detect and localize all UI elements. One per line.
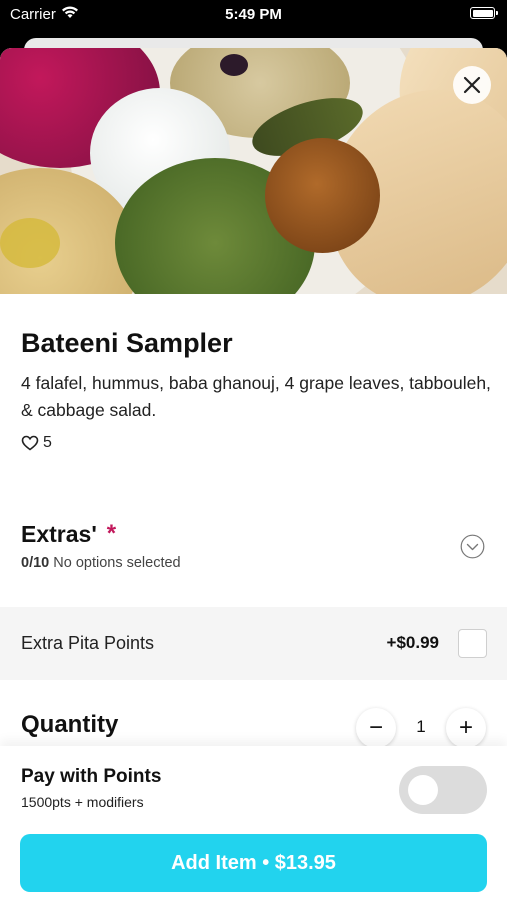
item-detail-sheet: Bateeni Sampler 4 falafel, hummus, baba …: [0, 48, 507, 900]
option-checkbox[interactable]: [458, 629, 487, 658]
pay-with-points-title: Pay with Points: [21, 766, 162, 787]
pay-with-points-subtitle: 1500pts + modifiers: [21, 794, 144, 810]
battery-icon: [470, 7, 498, 19]
extras-selection-status: 0/10 No options selected: [21, 555, 181, 571]
falafel-shape: [265, 138, 380, 253]
quantity-increment-button[interactable]: +: [446, 708, 486, 748]
checkout-panel: Pay with Points 1500pts + modifiers Add …: [0, 746, 507, 900]
likes[interactable]: 5: [21, 434, 52, 452]
heart-icon: [21, 435, 39, 451]
add-item-button[interactable]: Add Item • $13.95: [20, 834, 487, 892]
expand-button[interactable]: [460, 534, 485, 559]
toggle-knob: [408, 775, 438, 805]
item-title: Bateeni Sampler: [21, 328, 233, 358]
plus-icon: +: [458, 714, 473, 741]
likes-count: 5: [43, 434, 52, 451]
olive-oil-shape: [0, 218, 60, 268]
close-button[interactable]: [453, 66, 491, 104]
quantity-value: 1: [416, 717, 426, 736]
extras-header[interactable]: Extras' *: [21, 520, 116, 548]
item-description: 4 falafel, hummus, baba ghanouj, 4 grape…: [21, 373, 491, 420]
extras-status: No options selected: [53, 555, 181, 571]
minus-icon: −: [368, 714, 383, 741]
close-icon: [463, 76, 481, 94]
extras-title: Extras': [21, 520, 97, 547]
food-photo: [0, 48, 507, 294]
option-price: +$0.99: [386, 633, 439, 652]
status-right: [470, 7, 498, 19]
option-row-extra-pita[interactable]: Extra Pita Points +$0.99: [0, 607, 507, 680]
extras-count: 0/10: [21, 555, 50, 571]
option-label: Extra Pita Points: [21, 633, 155, 653]
required-marker: *: [106, 520, 117, 547]
olive-shape: [220, 54, 248, 76]
chevron-down-icon: [460, 534, 485, 559]
status-time: 5:49 PM: [225, 6, 282, 23]
status-bar: Carrier 5:49 PM: [0, 0, 507, 30]
pay-with-points-toggle[interactable]: [399, 766, 487, 814]
quantity-title: Quantity: [21, 711, 119, 738]
quantity-decrement-button[interactable]: −: [356, 708, 396, 748]
